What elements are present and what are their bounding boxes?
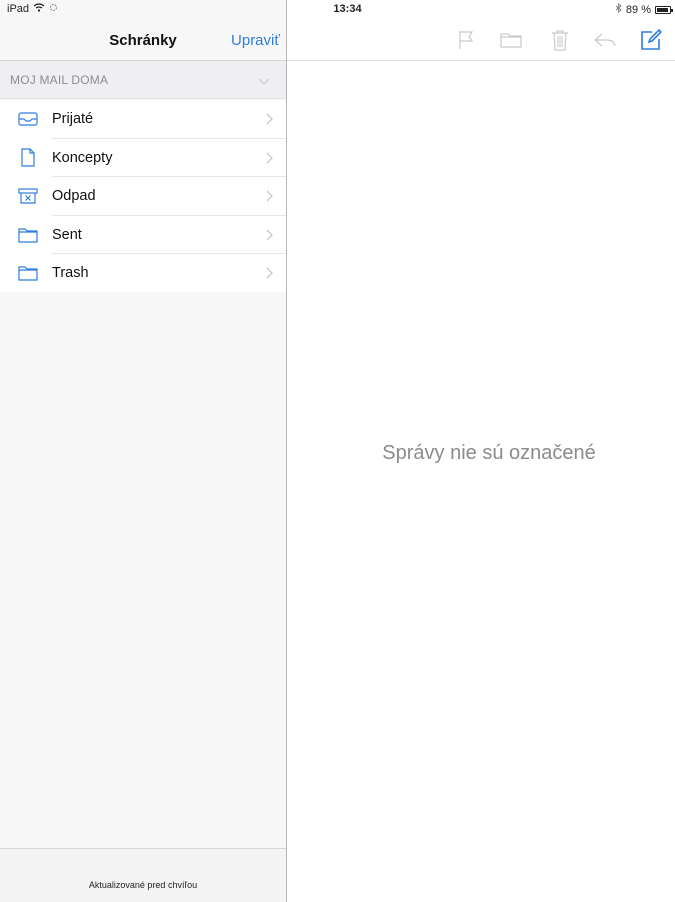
folder-move-icon[interactable] <box>499 29 523 51</box>
status-right: 89 % <box>615 3 673 16</box>
mailbox-label: Prijaté <box>52 111 94 128</box>
chevron-right-icon <box>266 151 274 169</box>
mailboxes-footer-toolbar: Aktualizované pred chvíľou <box>0 848 286 902</box>
status-bar: iPad 13:34 89 % <box>0 0 675 20</box>
mailbox-label: Koncepty <box>52 149 113 166</box>
mailbox-item-sent[interactable]: Sent <box>0 216 286 254</box>
folder-icon <box>18 226 38 244</box>
mailbox-label: Sent <box>52 226 82 243</box>
clock: 13:34 <box>333 3 362 15</box>
flag-icon[interactable] <box>454 29 478 51</box>
battery-fill <box>657 7 668 12</box>
mailbox-item-junk[interactable]: Odpad <box>0 177 286 216</box>
mailbox-label: Trash <box>52 265 89 282</box>
junk-icon <box>18 187 38 205</box>
inbox-icon <box>18 110 38 128</box>
bluetooth-icon <box>615 3 622 16</box>
mailbox-label: Odpad <box>52 188 96 205</box>
chevron-right-icon <box>266 112 274 130</box>
mailbox-item-trash[interactable]: Trash <box>0 254 286 293</box>
chevron-right-icon <box>266 228 274 246</box>
chevron-right-icon <box>266 189 274 207</box>
mail-screen: Schránky Upraviť MOJ MAIL DOMA Prijaté K… <box>0 0 675 902</box>
mailbox-list: Prijaté Koncepty Odpad Sent Trash <box>0 100 286 292</box>
reply-icon[interactable] <box>593 29 617 51</box>
edit-button[interactable]: Upraviť <box>231 32 280 49</box>
battery-icon <box>655 5 673 14</box>
detail-toolbar <box>287 20 675 61</box>
account-label: MOJ MAIL DOMA <box>10 73 109 87</box>
mailbox-item-drafts[interactable]: Koncepty <box>0 139 286 177</box>
folder-icon <box>18 264 38 282</box>
mailbox-item-inbox[interactable]: Prijaté <box>0 100 286 139</box>
mailboxes-nav-bar: Schránky Upraviť <box>0 20 286 61</box>
mailboxes-pane: Schránky Upraviť MOJ MAIL DOMA Prijaté K… <box>0 0 286 902</box>
document-icon <box>18 148 38 167</box>
update-status: Aktualizované pred chvíľou <box>88 880 198 890</box>
compose-icon[interactable] <box>639 29 663 51</box>
battery-percentage: 89 % <box>625 3 651 16</box>
no-message-selected-text: Správy nie sú označené <box>382 442 596 464</box>
chevron-right-icon <box>266 266 274 284</box>
chevron-down-icon <box>258 73 270 91</box>
account-section-header[interactable]: MOJ MAIL DOMA <box>0 61 286 99</box>
trash-icon[interactable] <box>548 29 572 51</box>
message-detail-pane: Správy nie sú označené <box>287 0 675 902</box>
